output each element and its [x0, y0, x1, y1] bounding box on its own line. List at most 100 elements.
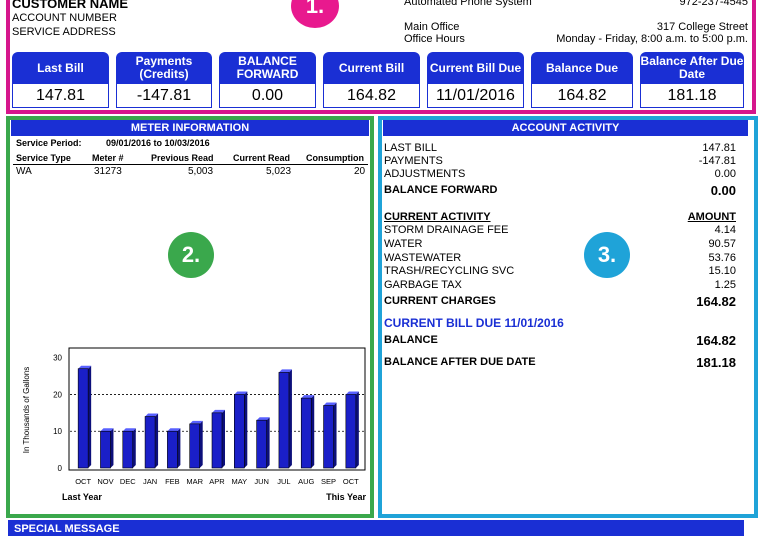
chart-xtick-label: OCT: [75, 477, 91, 486]
chart-bar-side: [222, 409, 225, 468]
summary-value: 11/01/2016: [427, 84, 524, 108]
meter-previous-read: 5,003: [188, 166, 214, 177]
summary-box: Current Bill Due 11/01/2016: [427, 52, 524, 108]
chart-bar: [234, 394, 245, 469]
phone-label: Automated Phone System: [404, 0, 532, 8]
summary-label: BALANCE FORWARD: [219, 52, 316, 84]
current-charges-row: CURRENT CHARGES 164.82: [384, 295, 736, 308]
after-due-value: 181.18: [696, 355, 736, 370]
service-period: 09/01/2016 to 10/03/2016: [106, 138, 210, 148]
col-consumption: Consumption: [306, 153, 364, 163]
service-period-label: Service Period:: [16, 138, 82, 148]
account-activity-title: ACCOUNT ACTIVITY: [383, 120, 748, 136]
hours-label: Office Hours: [404, 33, 465, 45]
current-bill-due: CURRENT BILL DUE 11/01/2016: [384, 316, 564, 330]
chart-xtick-label: DEC: [120, 477, 136, 486]
customer-info: CUSTOMER NAME ACCOUNT NUMBER SERVICE ADD…: [12, 0, 128, 39]
badge-two: 2.: [168, 232, 214, 278]
chart-xtick-label: MAY: [231, 477, 247, 486]
current-activity-header: CURRENT ACTIVITY AMOUNT: [384, 211, 736, 224]
chart-bar-side: [177, 428, 181, 468]
charge-label: WASTEWATER: [384, 252, 462, 264]
chart-ytick-label: 30: [53, 354, 62, 363]
summary-box: Balance Due 164.82: [531, 52, 633, 108]
summary-value: 164.82: [323, 84, 420, 108]
account-number-label: ACCOUNT NUMBER: [12, 12, 117, 24]
col-previous-read: Previous Read: [151, 153, 214, 163]
chart-bar: [323, 405, 334, 469]
charge-value: 1.25: [714, 279, 736, 291]
summary-box: Last Bill 147.81: [12, 52, 109, 108]
col-service-type: Service Type: [16, 153, 71, 163]
charge-value: 15.10: [708, 265, 736, 277]
summary-value: 0.00: [219, 84, 316, 108]
current-charges-label: CURRENT CHARGES: [384, 295, 496, 307]
chart-bar: [122, 430, 134, 469]
chart-ytick-label: 0: [58, 464, 63, 473]
summary-box: BALANCE FORWARD 0.00: [219, 52, 316, 108]
charge-value: 53.76: [708, 252, 736, 264]
chart-xtick-label: JUL: [277, 477, 290, 486]
balance-value: 164.82: [696, 333, 736, 348]
meter-consumption: 20: [354, 166, 366, 177]
chart-bar: [189, 423, 200, 469]
payments-value: -147.81: [698, 155, 736, 167]
chart-bar: [345, 394, 357, 469]
charge-row: GARBAGE TAX 1.25: [384, 279, 736, 292]
current-activity-label: CURRENT ACTIVITY: [384, 211, 491, 223]
chart-right-caption: This Year: [326, 492, 366, 502]
chart-bar-side: [288, 369, 292, 468]
chart-xtick-label: SEP: [321, 477, 336, 486]
balance-forward-row: BALANCE FORWARD 0.00: [384, 184, 736, 197]
chart-left-caption: Last Year: [62, 492, 102, 502]
meter-service-type: WA: [16, 166, 32, 177]
chart-xtick-label: JAN: [143, 477, 157, 486]
phone-number: 972-237-4545: [679, 0, 748, 8]
adjustments-value: 0.00: [714, 168, 736, 180]
chart-bar: [256, 419, 267, 469]
customer-name: CUSTOMER NAME: [12, 0, 129, 11]
chart-xtick-label: APR: [209, 477, 225, 486]
special-message-bar: SPECIAL MESSAGE: [8, 520, 744, 536]
chart-bar-side: [244, 391, 248, 468]
chart-bar-side: [88, 365, 92, 468]
meter-current-read: 5,023: [266, 166, 292, 177]
charge-label: TRASH/RECYCLING SVC: [384, 265, 515, 277]
adjustments-label: ADJUSTMENTS: [384, 168, 466, 180]
chart-bar: [144, 416, 156, 469]
chart-ylabel: In Thousands of Gallons: [22, 367, 31, 454]
after-due-label: BALANCE AFTER DUE DATE: [384, 356, 536, 368]
charge-row: STORM DRAINAGE FEE 4.14: [384, 224, 736, 237]
meter-number: 31273: [94, 166, 122, 177]
charge-label: WATER: [384, 238, 423, 250]
office-address: 317 College Street: [656, 21, 748, 33]
balance-forward-label: BALANCE FORWARD: [384, 184, 498, 196]
summary-label: Last Bill: [12, 52, 109, 84]
chart-bar: [278, 372, 290, 469]
amount-label: AMOUNT: [687, 211, 736, 223]
charge-label: STORM DRAINAGE FEE: [384, 224, 509, 236]
col-current-read: Current Read: [233, 153, 291, 163]
chart-bar-side: [155, 413, 159, 468]
activity-row: ADJUSTMENTS 0.00: [384, 168, 736, 181]
charge-value: 4.14: [714, 224, 736, 236]
activity-row: PAYMENTS -147.81: [384, 155, 736, 168]
chart-bar: [167, 430, 178, 469]
chart-ytick-label: 20: [53, 390, 62, 399]
office-label: Main Office: [404, 21, 460, 33]
summary-value: -147.81: [116, 84, 212, 108]
chart-xtick-label: JUN: [254, 477, 269, 486]
charge-row: TRASH/RECYCLING SVC 15.10: [384, 265, 736, 278]
charge-label: GARBAGE TAX: [384, 279, 462, 291]
chart-bar: [211, 412, 223, 469]
chart-bar-side: [132, 428, 136, 468]
chart-bar-side: [199, 420, 203, 468]
chart-xtick-label: OCT: [343, 477, 359, 486]
chart-xtick-label: MAR: [186, 477, 203, 486]
balance-label: BALANCE: [384, 334, 438, 346]
meter-info-title: METER INFORMATION: [11, 120, 369, 136]
summary-label: Payments (Credits): [116, 52, 212, 84]
chart-xtick-label: NOV: [97, 477, 113, 486]
chart-ytick-label: 10: [53, 427, 62, 436]
chart-bar-side: [355, 391, 359, 468]
